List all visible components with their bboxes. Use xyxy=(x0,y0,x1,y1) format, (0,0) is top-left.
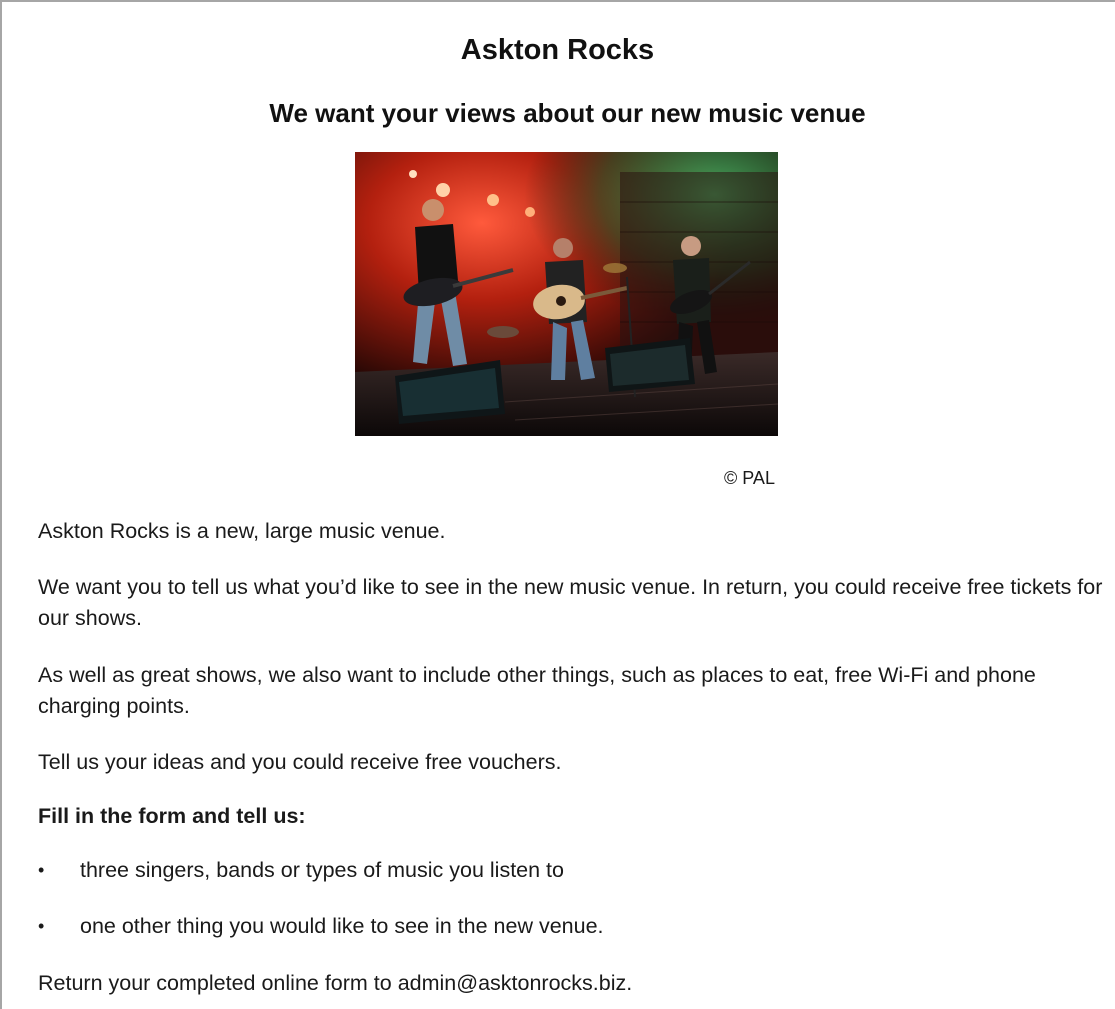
bullet-marker: • xyxy=(38,916,45,936)
intro-paragraph: Askton Rocks is a new, large music venue… xyxy=(38,519,446,543)
page-title: Askton Rocks xyxy=(460,34,655,66)
closing-paragraph: Return your completed online form to adm… xyxy=(38,971,633,995)
form-heading: Fill in the form and tell us: xyxy=(38,804,306,828)
photo-credit: © PAL xyxy=(724,468,775,488)
list-item-text: three singers, bands or types of music y… xyxy=(80,858,564,882)
band-photo xyxy=(355,152,778,436)
page-subtitle: We want your views about our new music v… xyxy=(269,98,866,128)
facilities-paragraph: As well as great shows, we also want to … xyxy=(38,663,1036,718)
bullet-marker: • xyxy=(38,860,45,880)
list-item-text: one other thing you would like to see in… xyxy=(80,914,604,938)
vouchers-paragraph: Tell us your ideas and you could receive… xyxy=(38,750,562,774)
request-paragraph: We want you to tell us what you’d like t… xyxy=(38,575,1103,630)
